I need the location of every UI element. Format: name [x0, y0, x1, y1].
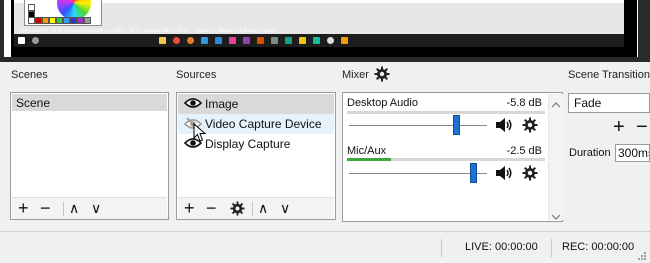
powerpoint-icon	[257, 37, 264, 44]
firefox-icon	[187, 37, 194, 44]
mixer-gear-icon[interactable]	[374, 66, 390, 85]
swatch	[42, 17, 49, 24]
chrome-icon	[173, 37, 180, 44]
audio-meter	[347, 111, 545, 114]
add-source-button[interactable]: +	[184, 199, 195, 217]
move-source-down-button[interactable]: ∨	[280, 199, 290, 217]
obs-icon	[327, 37, 334, 44]
channel-name: Mic/Aux	[347, 145, 387, 157]
search-icon	[32, 37, 39, 44]
toolbar-separator	[63, 202, 64, 216]
scenes-toolbar: + − ∧ ∨	[12, 197, 167, 219]
terminal-icon	[285, 37, 292, 44]
source-label: Video Capture Device	[205, 117, 322, 131]
channel-db: -5.8 dB	[506, 97, 542, 109]
move-source-up-button[interactable]: ∧	[258, 199, 268, 217]
duration-input-value: 300ms	[618, 146, 649, 160]
explorer-icon	[159, 37, 166, 44]
swatch	[84, 17, 91, 24]
swatch	[70, 17, 77, 24]
channel-name: Desktop Audio	[347, 97, 418, 109]
remove-scene-button[interactable]: −	[40, 199, 51, 217]
scroll-down-arrow-icon[interactable]	[551, 209, 561, 223]
paint-window-thumbnail	[24, 0, 102, 26]
scenes-header: Scenes	[11, 69, 48, 81]
swatch	[28, 4, 35, 11]
resize-grip-icon[interactable]	[636, 249, 646, 263]
volume-slider-handle[interactable]	[453, 115, 461, 135]
move-scene-down-button[interactable]: ∨	[91, 199, 101, 217]
scenes-list[interactable]: Scene + − ∧ ∨	[10, 92, 169, 220]
photos-icon	[229, 37, 236, 44]
channel-gear-icon[interactable]	[522, 117, 538, 136]
preview-border-left	[0, 0, 4, 62]
scene-item-label: Scene	[16, 96, 51, 110]
sources-toolbar: + − ∧ ∨	[178, 197, 334, 219]
captured-taskbar	[14, 34, 624, 47]
settings-icon	[271, 37, 278, 44]
transition-select-value: Fade	[574, 96, 602, 110]
windows-icon	[18, 37, 25, 44]
scene-item[interactable]: Scene	[12, 94, 167, 111]
source-label: Display Capture	[205, 137, 291, 151]
app-icon	[313, 37, 320, 44]
audio-mixer: Desktop Audio -5.8 dB Mic/Aux -2.5 dB	[342, 92, 563, 222]
add-scene-button[interactable]: +	[18, 199, 29, 217]
speaker-icon[interactable]	[495, 165, 513, 184]
transition-select[interactable]: Fade	[568, 93, 650, 113]
status-bar: LIVE: 00:00:00 REC: 00:00:00	[0, 231, 650, 260]
volume-slider-track[interactable]	[349, 173, 487, 174]
swatch	[49, 17, 56, 24]
captured-status-text: Video card (8): V2.33 | rounding tocalig…	[20, 28, 277, 33]
captured-window-edge	[14, 0, 624, 3]
channel-db: -2.5 dB	[506, 145, 542, 157]
captured-desktop: Video card (8): V2.33 | rounding tocalig…	[14, 0, 624, 34]
sources-list[interactable]: Image Video Capture Device Display Captu…	[176, 92, 336, 220]
status-separator	[551, 239, 552, 257]
eye-icon[interactable]	[183, 97, 203, 112]
source-label: Image	[205, 97, 239, 111]
source-properties-gear-icon[interactable]	[230, 201, 245, 219]
swatch	[56, 17, 63, 24]
notes-icon	[299, 37, 306, 44]
swatch	[35, 17, 42, 24]
source-item-image[interactable]: Image	[178, 94, 334, 114]
swatch	[28, 17, 35, 24]
remove-source-button[interactable]: −	[206, 199, 217, 217]
rec-timer: REC: 00:00:00	[562, 241, 635, 253]
audio-meter-level	[347, 158, 391, 161]
volume-slider-handle[interactable]	[469, 163, 477, 183]
preview-area: Video card (8): V2.33 | rounding tocalig…	[0, 0, 650, 62]
mouse-cursor-icon	[193, 122, 207, 146]
swatch	[63, 17, 70, 24]
scene-transitions-header: Scene Transitions	[568, 69, 650, 81]
live-timer: LIVE: 00:00:00	[465, 241, 538, 253]
preview-border-bottom	[0, 57, 650, 62]
preview-canvas[interactable]: Video card (8): V2.33 | rounding tocalig…	[11, 0, 637, 57]
duration-input[interactable]: 300ms	[615, 144, 650, 162]
status-separator	[441, 239, 442, 257]
scroll-up-arrow-icon[interactable]	[551, 97, 561, 111]
speaker-icon[interactable]	[495, 117, 513, 136]
remove-transition-button[interactable]: −	[636, 117, 648, 137]
onenote-icon	[243, 37, 250, 44]
mixer-header: Mixer	[342, 69, 369, 81]
toolbar-separator	[252, 202, 253, 216]
duration-label: Duration	[569, 147, 611, 159]
audio-meter	[347, 158, 545, 161]
vlc-icon	[341, 37, 348, 44]
sources-header: Sources	[176, 69, 217, 81]
channel-gear-icon[interactable]	[522, 165, 538, 184]
swatch	[77, 17, 84, 24]
store-icon	[201, 37, 208, 44]
mail-icon	[215, 37, 222, 44]
move-scene-up-button[interactable]: ∧	[69, 199, 79, 217]
preview-border-right	[638, 0, 650, 62]
add-transition-button[interactable]: +	[613, 117, 625, 137]
volume-slider-track[interactable]	[349, 125, 487, 126]
mixer-scrollbar[interactable]	[548, 94, 563, 220]
